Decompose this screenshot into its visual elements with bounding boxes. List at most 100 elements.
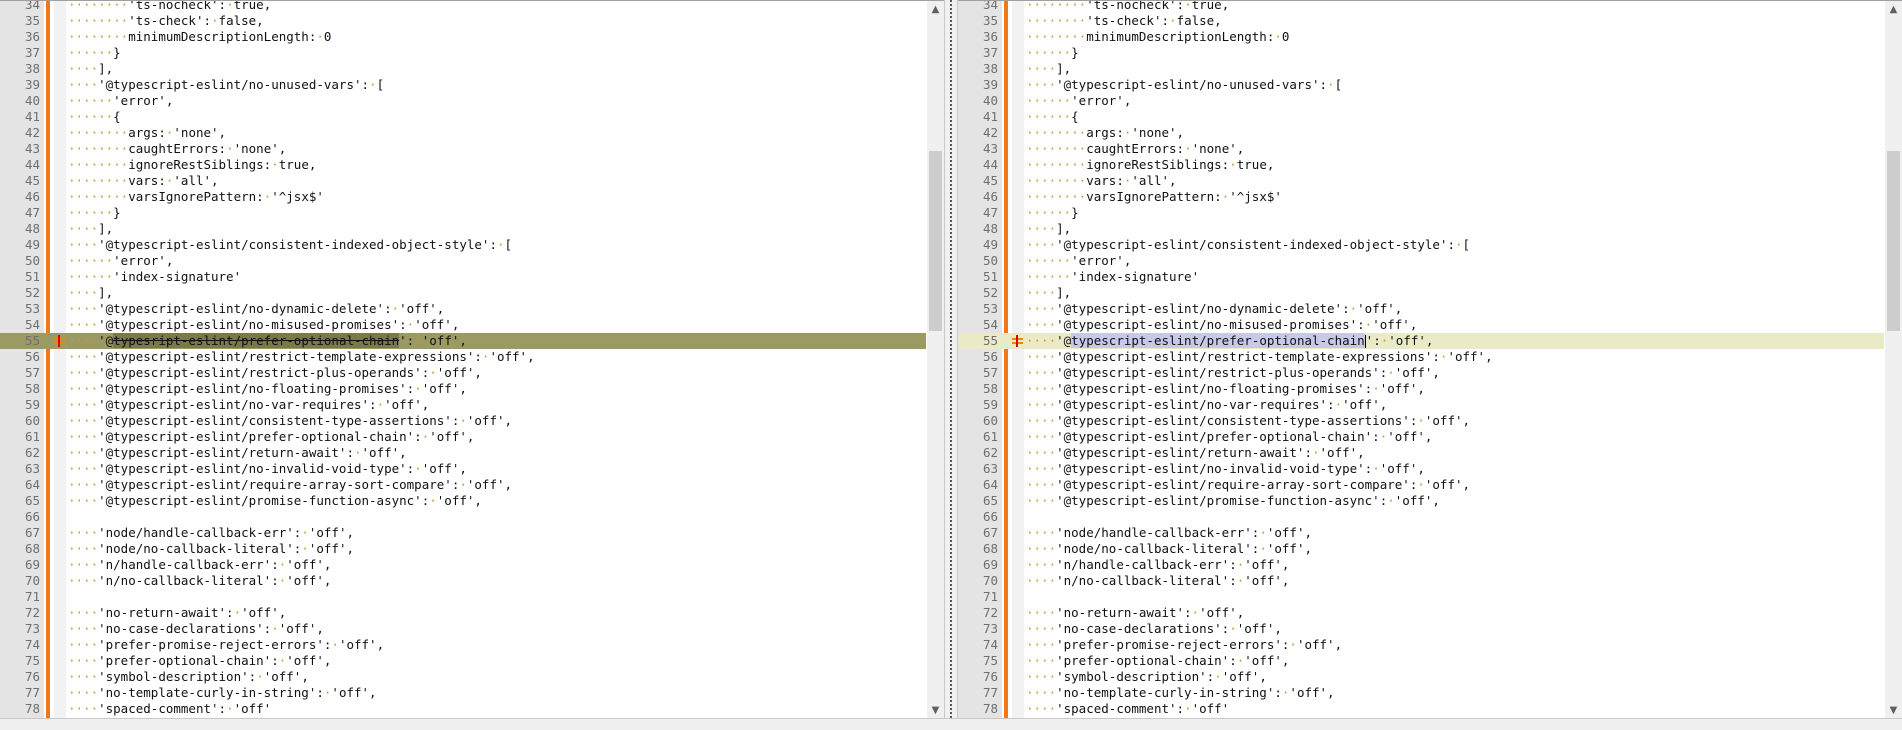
code-text[interactable]: ········caughtErrors:·'none', [1026,141,1244,157]
code-text[interactable]: ····'n/no-callback-literal':·'off', [1026,573,1289,589]
code-text[interactable]: ····'@typescript-eslint/restrict-templat… [1026,349,1493,365]
code-text[interactable]: ····'no-return-await':·'off', [1026,605,1244,621]
code-text[interactable]: ····'symbol-description':·'off', [68,669,309,685]
code-text[interactable]: ········'ts-check':·false, [1026,13,1222,29]
code-line[interactable]: 68 ····'node/no-callback-literal':·'off', [958,541,1884,557]
code-text[interactable]: ····'prefer-promise-reject-errors':·'off… [1026,637,1342,653]
code-text[interactable]: ····'prefer-optional-chain':·'off', [68,653,331,669]
code-line[interactable]: 60 ····'@typescript-eslint/consistent-typ… [958,413,1884,429]
code-line[interactable]: 60 ····'@typescript-eslint/consistent-typ… [0,413,926,429]
code-text[interactable]: ····'prefer-optional-chain':·'off', [1026,653,1289,669]
code-line[interactable]: 42 ········args:·'none', [958,125,1884,141]
code-text[interactable]: ····'prefer-promise-reject-errors':·'off… [68,637,384,653]
code-text[interactable]: ····], [68,221,113,237]
code-line[interactable]: 70 ····'n/no-callback-literal':·'off', [0,573,926,589]
code-line[interactable]: 66 [958,509,1884,525]
code-line[interactable]: 66 [0,509,926,525]
code-text[interactable]: ····'@typescript-eslint/consistent-index… [68,237,512,253]
code-text[interactable]: ····'@typescript-eslint/return-await':·'… [1026,445,1365,461]
code-line[interactable]: 74 ····'prefer-promise-reject-errors':·'o… [0,637,926,653]
code-line[interactable]: 34 ········'ts-nocheck':·true, [0,1,926,13]
left-editor-pane[interactable]: 34 ········'ts-nocheck':·true, 35 ········'… [0,0,944,719]
code-text[interactable]: ········ignoreRestSiblings:·true, [68,157,316,173]
code-line[interactable]: 43 ········caughtErrors:·'none', [958,141,1884,157]
code-text[interactable]: ····'no-template-curly-in-string':·'off'… [68,685,377,701]
code-text[interactable]: ········ignoreRestSiblings:·true, [1026,157,1274,173]
code-text[interactable]: ····'@typescript-eslint/no-dynamic-delet… [1026,301,1402,317]
code-text[interactable]: ········args:·'none', [68,125,226,141]
code-line[interactable]: 54 ····'@typescript-eslint/no-misused-pro… [0,317,926,333]
code-line[interactable]: 64 ····'@typescript-eslint/require-array-… [0,477,926,493]
code-line[interactable]: 49 ····'@typescript-eslint/consistent-ind… [958,237,1884,253]
code-line[interactable]: 37 ······} [958,45,1884,61]
code-line[interactable]: 46 ········varsIgnorePattern:·'^jsx$' [958,189,1884,205]
diff-line[interactable]: 55 ····'@typescript-eslint/prefer-optiona… [958,333,1884,349]
code-line[interactable]: 62 ····'@typescript-eslint/return-await':… [958,445,1884,461]
code-text[interactable]: ····'@typescript-eslint/restrict-plus-op… [68,365,482,381]
code-line[interactable]: 67 ····'node/handle-callback-err':·'off', [0,525,926,541]
code-text[interactable]: ······'error', [1026,253,1131,269]
code-line[interactable]: 39 ····'@typescript-eslint/no-unused-vars… [958,77,1884,93]
code-line[interactable]: 48 ····], [958,221,1884,237]
scroll-down-icon[interactable]: ▼ [1888,705,1899,716]
code-text[interactable]: ······'index-signature' [68,269,241,285]
code-line[interactable]: 71 [0,589,926,605]
scrollbar-thumb[interactable] [929,151,942,331]
code-line[interactable]: 34 ········'ts-nocheck':·true, [958,1,1884,13]
code-text[interactable]: ····'@typescript-eslint/consistent-type-… [68,413,512,429]
code-lines[interactable]: 34 ········'ts-nocheck':·true, 35 ········'… [0,1,926,717]
code-text[interactable]: ········varsIgnorePattern:·'^jsx$' [1026,189,1282,205]
code-line[interactable]: 38 ····], [958,61,1884,77]
code-line[interactable]: 75 ····'prefer-optional-chain':·'off', [0,653,926,669]
code-text[interactable]: ····'@typescript-eslint/require-array-so… [68,477,512,493]
code-text[interactable]: ······'error', [68,253,173,269]
code-text[interactable]: ····'@typescript-eslint/prefer-optional-… [1026,333,1433,349]
right-editor-pane[interactable]: 34 ········'ts-nocheck':·true, 35 ········'… [958,0,1902,719]
code-text[interactable]: ······} [68,205,121,221]
code-line[interactable]: 59 ····'@typescript-eslint/no-var-require… [958,397,1884,413]
diff-marker-icon[interactable] [54,335,65,347]
code-text[interactable]: ····'node/handle-callback-err':·'off', [68,525,354,541]
code-line[interactable]: 67 ····'node/handle-callback-err':·'off', [958,525,1884,541]
code-text[interactable]: ····'@typescript-eslint/no-misused-promi… [1026,317,1417,333]
code-text[interactable]: ····'spaced-comment':·'off' [1026,701,1229,717]
code-line[interactable]: 73 ····'no-case-declarations':·'off', [0,621,926,637]
code-line[interactable]: 36 ········minimumDescriptionLength:·0 [958,29,1884,45]
code-line[interactable]: 74 ····'prefer-promise-reject-errors':·'o… [958,637,1884,653]
code-text[interactable]: ····'@typescript-eslint/no-dynamic-delet… [68,301,444,317]
code-text[interactable]: ····'node/no-callback-literal':·'off', [68,541,354,557]
code-line[interactable]: 43 ········caughtErrors:·'none', [0,141,926,157]
code-line[interactable]: 51 ······'index-signature' [0,269,926,285]
code-line[interactable]: 61 ····'@typescript-eslint/prefer-optiona… [958,429,1884,445]
code-line[interactable]: 47 ······} [958,205,1884,221]
code-text[interactable]: ····'@typescript-eslint/no-var-requires'… [1026,397,1387,413]
vertical-scrollbar[interactable]: ▲ ▼ [927,1,944,719]
code-line[interactable]: 58 ····'@typescript-eslint/no-floating-pr… [958,381,1884,397]
code-line[interactable]: 64 ····'@typescript-eslint/require-array-… [958,477,1884,493]
code-line[interactable]: 59 ····'@typescript-eslint/no-var-require… [0,397,926,413]
code-text[interactable]: ········args:·'none', [1026,125,1184,141]
code-line[interactable]: 62 ····'@typescript-eslint/return-await':… [0,445,926,461]
code-text[interactable]: ········'ts-nocheck':·true, [1026,1,1229,13]
code-text[interactable]: ····'@typescript-eslint/no-var-requires'… [68,397,429,413]
code-line[interactable]: 77 ····'no-template-curly-in-string':·'of… [958,685,1884,701]
code-line[interactable]: 37 ······} [0,45,926,61]
code-line[interactable]: 52 ····], [958,285,1884,301]
code-line[interactable]: 47 ······} [0,205,926,221]
code-line[interactable]: 41 ······{ [0,109,926,125]
code-line[interactable]: 75 ····'prefer-optional-chain':·'off', [958,653,1884,669]
code-line[interactable]: 61 ····'@typescript-eslint/prefer-optiona… [0,429,926,445]
scroll-up-icon[interactable]: ▲ [1888,4,1899,15]
code-line[interactable]: 65 ····'@typescript-eslint/promise-functi… [958,493,1884,509]
code-line[interactable]: 69 ····'n/handle-callback-err':·'off', [958,557,1884,573]
code-text[interactable]: ····'@typescript-eslint/prefer-optional-… [68,429,474,445]
code-line[interactable]: 68 ····'node/no-callback-literal':·'off', [0,541,926,557]
changed-text[interactable]: typesript-eslint/prefer-optional-chain [113,333,400,348]
code-text[interactable]: ········vars:·'all', [68,173,219,189]
code-text[interactable]: ········varsIgnorePattern:·'^jsx$' [68,189,324,205]
code-line[interactable]: 77 ····'no-template-curly-in-string':·'of… [0,685,926,701]
code-text[interactable]: ····'no-case-declarations':·'off', [68,621,324,637]
code-text[interactable]: ······{ [68,109,121,125]
code-line[interactable]: 69 ····'n/handle-callback-err':·'off', [0,557,926,573]
code-line[interactable]: 35 ········'ts-check':·false, [958,13,1884,29]
